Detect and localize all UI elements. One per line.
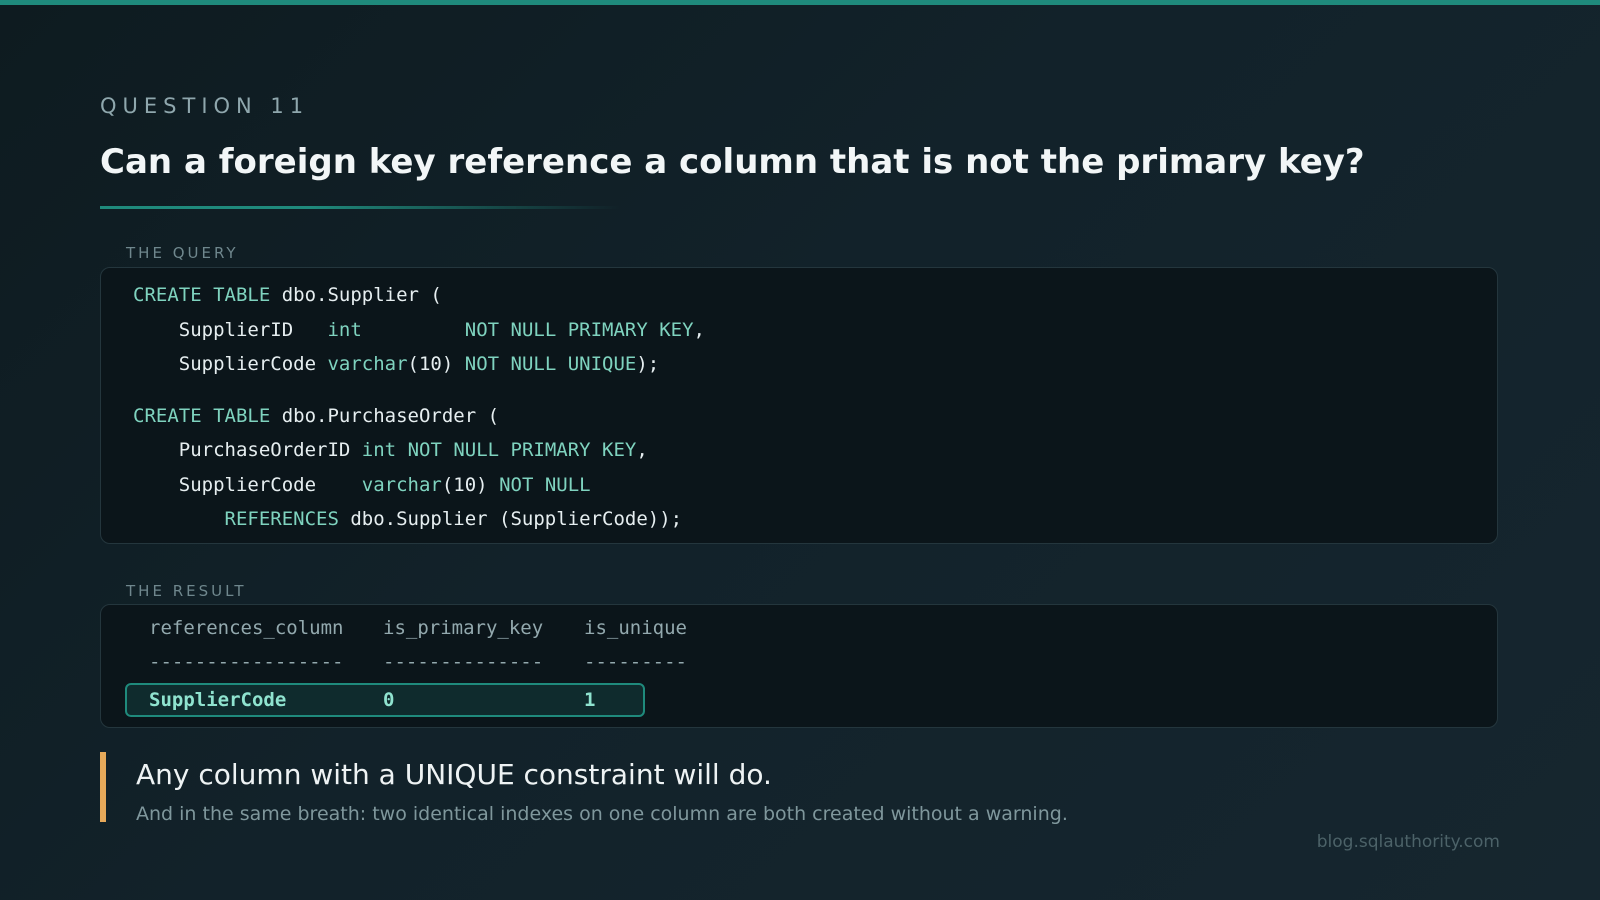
sql-text: dbo.Supplier (SupplierCode)); bbox=[338, 508, 683, 530]
separator-is-unique: --------- bbox=[584, 651, 687, 673]
column-header-references-column: references_column bbox=[149, 617, 344, 639]
query-section-label: THE QUERY bbox=[126, 244, 239, 262]
code-line: CREATE TABLE dbo.Supplier ( bbox=[133, 278, 705, 313]
sql-keyword: NOT NULL PRIMARY KEY bbox=[407, 439, 637, 461]
result-section-label: THE RESULT bbox=[126, 582, 247, 600]
sql-text: , bbox=[636, 439, 648, 461]
sql-keyword: CREATE TABLE bbox=[133, 284, 271, 306]
result-grid: references_column is_primary_key is_uniq… bbox=[101, 605, 1497, 727]
code-line: SupplierCode varchar(10) NOT NULL UNIQUE… bbox=[133, 347, 705, 382]
result-cell-is-primary-key: 0 bbox=[383, 689, 395, 711]
result-cell-references-column: SupplierCode bbox=[149, 689, 287, 711]
column-header-is-primary-key: is_primary_key bbox=[383, 617, 544, 639]
sql-keyword: NOT NULL bbox=[499, 473, 591, 496]
sql-text: dbo.Supplier ( bbox=[270, 284, 442, 306]
sql-text: (10) bbox=[407, 353, 465, 375]
code-line: SupplierCode varchar(10) NOT NULL bbox=[133, 468, 705, 503]
sql-keyword: int bbox=[361, 439, 397, 461]
sql-keyword: CREATE TABLE bbox=[133, 404, 271, 427]
page-title: Can a foreign key reference a column tha… bbox=[100, 142, 1365, 182]
code-line: PurchaseOrderID int NOT NULL PRIMARY KEY… bbox=[133, 433, 705, 468]
code-line: SupplierID int NOT NULL PRIMARY KEY, bbox=[133, 313, 705, 348]
sql-text: SupplierCode bbox=[133, 473, 362, 496]
result-panel: references_column is_primary_key is_uniq… bbox=[100, 604, 1498, 728]
sql-keyword: varchar bbox=[361, 473, 442, 496]
sql-text: , bbox=[693, 318, 705, 341]
sql-keyword: int bbox=[327, 318, 362, 341]
sql-keyword: NOT NULL PRIMARY KEY bbox=[464, 318, 694, 341]
top-accent-bar bbox=[0, 0, 1600, 5]
code-line: REFERENCES dbo.Supplier (SupplierCode)); bbox=[133, 502, 705, 537]
column-header-is-unique: is_unique bbox=[584, 617, 687, 639]
callout-subtext: And in the same breath: two identical in… bbox=[136, 803, 1068, 825]
sql-keyword: NOT NULL UNIQUE bbox=[464, 353, 637, 375]
sql-text: dbo.PurchaseOrder ( bbox=[270, 404, 500, 427]
separator-is-primary-key: -------------- bbox=[383, 651, 544, 673]
code-line-gap bbox=[133, 382, 705, 399]
result-cell-is-unique: 1 bbox=[584, 689, 596, 711]
callout-headline: Any column with a UNIQUE constraint will… bbox=[136, 758, 772, 791]
title-divider bbox=[100, 206, 620, 209]
sql-text: PurchaseOrderID bbox=[133, 439, 362, 461]
sql-text: ); bbox=[636, 353, 660, 375]
sql-text: SupplierCode bbox=[133, 353, 328, 375]
sql-keyword: REFERENCES bbox=[224, 508, 339, 530]
footer-site-credit: blog.sqlauthority.com bbox=[1316, 832, 1500, 852]
code-line: CREATE TABLE dbo.PurchaseOrder ( bbox=[133, 399, 705, 434]
sql-keyword: varchar bbox=[327, 353, 408, 375]
separator-references-column: ----------------- bbox=[149, 651, 344, 673]
callout-accent-bar bbox=[100, 752, 106, 822]
sql-text: (10) bbox=[441, 473, 500, 496]
query-code-panel: CREATE TABLE dbo.Supplier ( SupplierID i… bbox=[100, 267, 1498, 544]
question-eyebrow: QUESTION 11 bbox=[100, 94, 310, 118]
sql-code-block: CREATE TABLE dbo.Supplier ( SupplierID i… bbox=[133, 278, 705, 537]
sql-text: SupplierID bbox=[133, 318, 328, 341]
